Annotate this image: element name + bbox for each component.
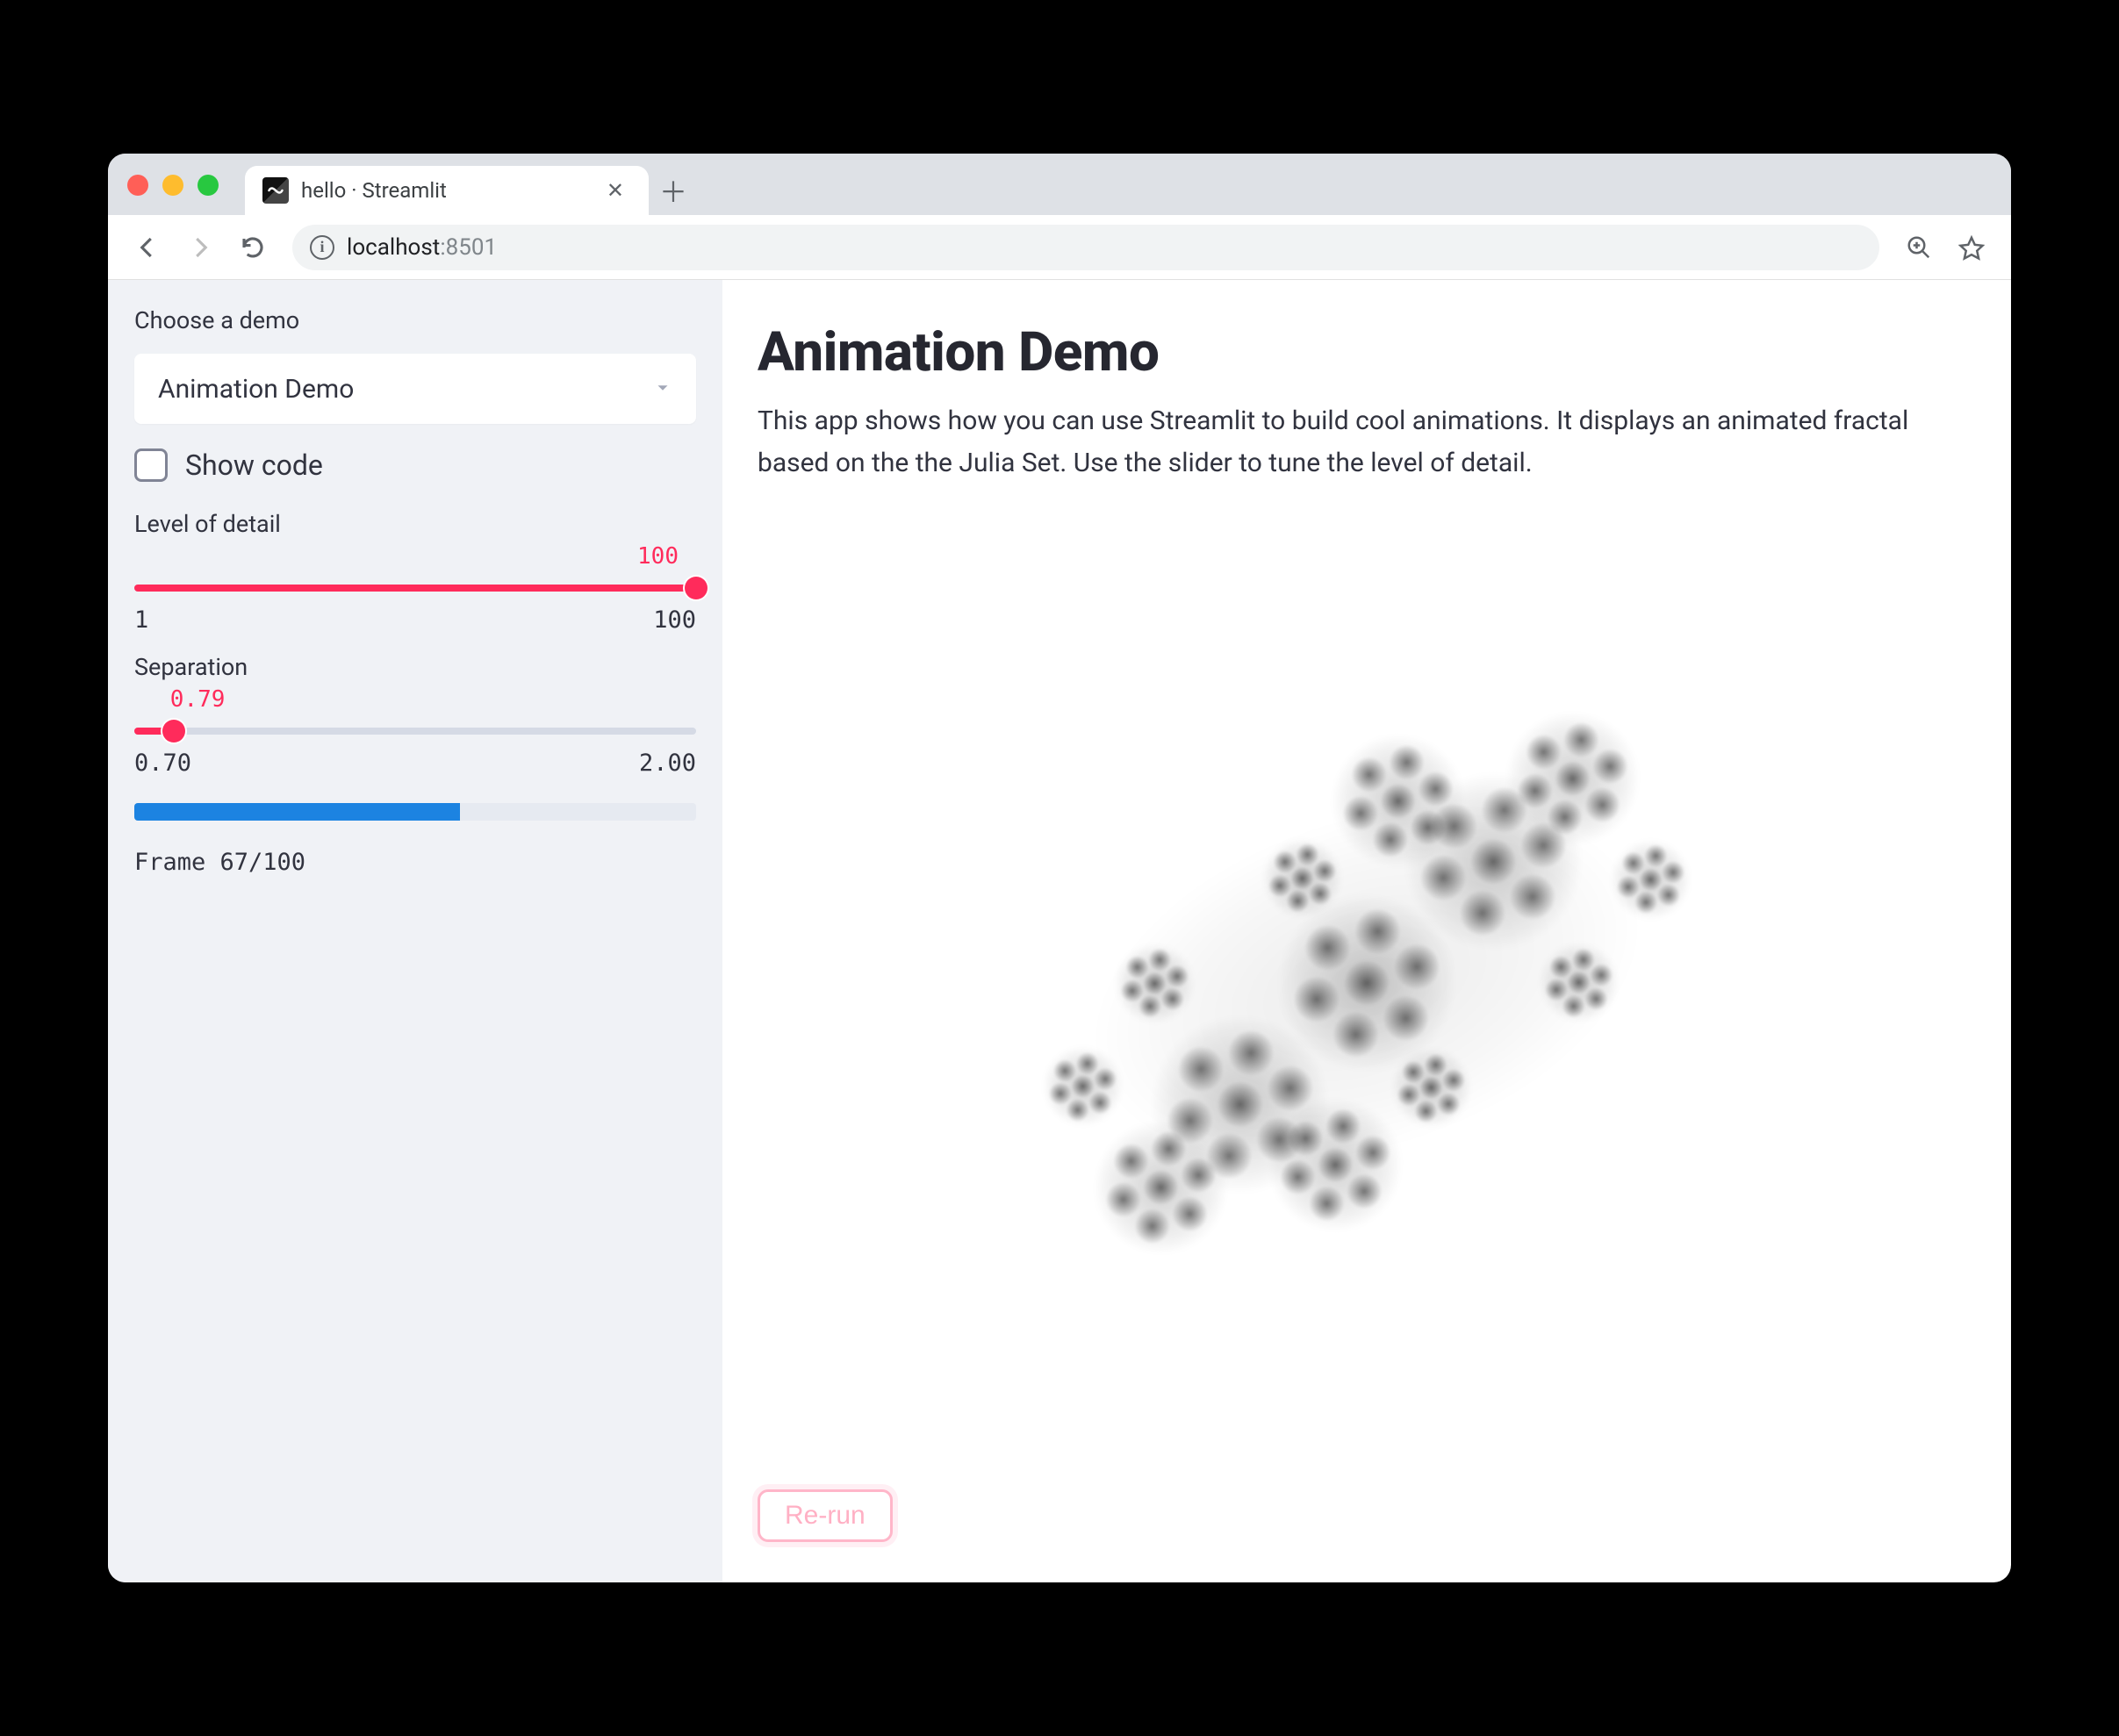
frame-counter: Frame 67/100 xyxy=(134,849,696,876)
separation-slider-label: Separation xyxy=(134,653,696,681)
detail-min: 1 xyxy=(134,606,148,634)
detail-slider: Level of detail 100 1 100 xyxy=(134,510,696,634)
separation-max: 2.00 xyxy=(639,750,696,777)
bookmark-star-icon[interactable] xyxy=(1950,226,1993,269)
separation-slider-thumb[interactable] xyxy=(162,720,185,742)
minimize-window-button[interactable] xyxy=(162,175,183,196)
browser-toolbar: i localhost:8501 xyxy=(108,215,2011,280)
fractal-image xyxy=(758,484,1976,1481)
separation-slider-value-row: 0.79 xyxy=(134,686,696,713)
new-tab-button[interactable]: ＋ xyxy=(649,166,698,215)
separation-slider-value: 0.79 xyxy=(170,686,226,713)
detail-max: 100 xyxy=(653,606,696,634)
browser-window: hello · Streamlit ✕ ＋ i localhost:8501 xyxy=(108,154,2011,1582)
separation-slider-range: 0.70 2.00 xyxy=(134,750,696,777)
detail-slider-range: 1 100 xyxy=(134,606,696,634)
checkbox-box xyxy=(134,448,168,482)
detail-slider-value: 100 xyxy=(637,543,679,570)
browser-chrome: hello · Streamlit ✕ ＋ i localhost:8501 xyxy=(108,154,2011,280)
tab-title: hello · Streamlit xyxy=(301,178,587,203)
reload-button[interactable] xyxy=(231,226,275,269)
page-description: This app shows how you can use Streamlit… xyxy=(758,400,1916,484)
zoom-icon[interactable] xyxy=(1897,226,1941,269)
detail-slider-track[interactable] xyxy=(134,575,696,601)
close-window-button[interactable] xyxy=(127,175,148,196)
back-button[interactable] xyxy=(126,226,169,269)
url-host: localhost xyxy=(347,234,440,261)
demo-select[interactable]: Animation Demo xyxy=(134,354,696,424)
forward-button[interactable] xyxy=(178,226,222,269)
url-port: :8501 xyxy=(440,234,497,261)
page-title: Animation Demo xyxy=(758,320,1976,384)
choose-demo-label: Choose a demo xyxy=(134,306,696,334)
rerun-button[interactable]: Re-run xyxy=(758,1489,893,1542)
tab-favicon xyxy=(262,177,289,204)
demo-select-value: Animation Demo xyxy=(158,374,354,405)
address-bar[interactable]: i localhost:8501 xyxy=(292,225,1879,270)
detail-slider-value-row: 100 xyxy=(134,543,696,570)
close-tab-button[interactable]: ✕ xyxy=(600,175,631,206)
app-body: Choose a demo Animation Demo Show code L… xyxy=(108,280,2011,1582)
separation-slider: Separation 0.79 0.70 2.00 xyxy=(134,653,696,777)
separation-slider-track[interactable] xyxy=(134,718,696,744)
sidebar: Choose a demo Animation Demo Show code L… xyxy=(108,280,722,1582)
chevron-down-icon xyxy=(653,374,672,405)
window-controls xyxy=(127,175,245,215)
detail-slider-label: Level of detail xyxy=(134,510,696,538)
url-text: localhost:8501 xyxy=(347,234,497,261)
browser-tab[interactable]: hello · Streamlit ✕ xyxy=(245,166,649,215)
site-info-icon[interactable]: i xyxy=(310,235,334,260)
show-code-label: Show code xyxy=(185,448,323,482)
tab-bar: hello · Streamlit ✕ ＋ xyxy=(108,154,2011,215)
separation-min: 0.70 xyxy=(134,750,191,777)
maximize-window-button[interactable] xyxy=(198,175,219,196)
detail-slider-thumb[interactable] xyxy=(685,577,708,599)
show-code-checkbox[interactable]: Show code xyxy=(134,443,696,491)
progress-bar xyxy=(134,803,696,821)
main-content: Animation Demo This app shows how you ca… xyxy=(722,280,2011,1582)
